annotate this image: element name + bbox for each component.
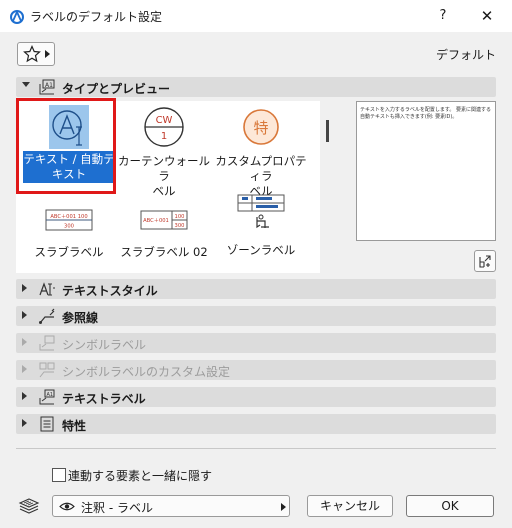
- label-type-custom-property[interactable]: 特 カスタムプロパティラ ベル: [211, 105, 311, 199]
- section-label: 特性: [62, 419, 87, 433]
- footer-separator: [16, 448, 496, 449]
- icon-text: 特: [253, 119, 268, 137]
- section-symbol-custom: シンボルラベルのカスタム設定: [16, 360, 496, 380]
- chevron-right-icon: [281, 503, 286, 511]
- icon-text: 300: [175, 223, 185, 229]
- hide-with-element-checkbox[interactable]: [52, 468, 66, 482]
- curtain-wall-label-icon: CW 1: [144, 107, 184, 147]
- section-label: 参照線: [62, 311, 99, 325]
- icon-text: 100: [175, 214, 185, 220]
- symbol-custom-icon: [39, 362, 55, 378]
- cancel-button[interactable]: キャンセル: [307, 495, 393, 517]
- favorites-button[interactable]: [17, 42, 55, 66]
- label-type-slab[interactable]: ABC＋001 100 300 スラブラベル: [19, 201, 119, 260]
- chevron-right-icon: [22, 392, 27, 400]
- title-bar: ラベルのデフォルト設定 ? ✕: [0, 0, 512, 32]
- eye-icon: [59, 502, 75, 511]
- chevron-right-icon: [22, 338, 27, 346]
- chevron-right-icon: [22, 284, 27, 292]
- selection-highlight-frame: [16, 98, 116, 194]
- label-type-caption: スラブラベル 02: [120, 245, 208, 259]
- section-type-preview[interactable]: A1 タイプとプレビュー: [16, 77, 496, 97]
- section-label: タイプとプレビュー: [62, 82, 171, 96]
- label-type-caption: ベル: [152, 184, 176, 198]
- text-label-section-icon: A1: [39, 389, 55, 405]
- layer-icon: [18, 498, 40, 514]
- label-type-caption: カスタムプロパティラ: [215, 154, 307, 183]
- section-symbol-label: シンボルラベル: [16, 333, 496, 353]
- preview-description: テキストを入力するラベルを配置します。 要素に関連する自動テキストも挿入できます…: [360, 107, 491, 120]
- chevron-down-icon: [22, 82, 30, 87]
- section-properties[interactable]: 特性: [16, 414, 496, 434]
- section-label: テキストラベル: [62, 392, 146, 406]
- label-type-caption: ゾーンラベル: [226, 243, 296, 257]
- favorites-default-label: デフォルト: [435, 48, 496, 62]
- section-label: テキストスタイル: [62, 284, 158, 298]
- icon-text: 300: [64, 224, 74, 230]
- label-type-caption: スラブラベル: [34, 245, 104, 259]
- ok-button[interactable]: OK: [406, 495, 494, 517]
- zone-label-icon: [237, 194, 285, 229]
- layer-value: 注釈 - ラベル: [81, 501, 153, 515]
- icon-text: 1: [161, 131, 167, 142]
- svg-text:A1: A1: [45, 82, 53, 89]
- window-title: ラベルのデフォルト設定: [30, 10, 163, 24]
- chevron-right-icon: [22, 419, 27, 427]
- label-type-slab-02[interactable]: ABC＋001 100 300 スラブラベル 02: [114, 201, 214, 260]
- text-style-icon: [39, 282, 55, 296]
- properties-icon: [40, 416, 54, 432]
- section-text-style[interactable]: テキストスタイル: [16, 279, 496, 299]
- slab-label-02-icon: ABC＋001 100 300: [140, 210, 188, 230]
- label-type-icon: A1: [39, 79, 55, 95]
- icon-text: ABC＋001: [143, 217, 169, 224]
- pointer-icon: [39, 308, 55, 324]
- chevron-right-icon: [22, 365, 27, 373]
- label-type-zone[interactable]: ゾーンラベル: [211, 193, 311, 258]
- list-scrollbar[interactable]: [326, 120, 329, 142]
- section-text-label[interactable]: A1 テキストラベル: [16, 387, 496, 407]
- help-button[interactable]: ?: [430, 4, 456, 28]
- chevron-right-icon: [45, 50, 50, 58]
- preview-panel: テキストを入力するラベルを配置します。 要素に関連する自動テキストも挿入できます…: [356, 101, 496, 241]
- close-button[interactable]: ✕: [474, 4, 500, 28]
- slab-label-icon: ABC＋001 100 300: [45, 209, 93, 231]
- label-type-caption: カーテンウォールラ: [118, 154, 210, 183]
- label-preview-icon: [479, 255, 491, 268]
- section-label: シンボルラベル: [62, 338, 147, 352]
- app-icon: [10, 9, 24, 24]
- section-label: シンボルラベルのカスタム設定: [62, 365, 231, 379]
- layer-dropdown[interactable]: 注釈 - ラベル: [52, 495, 290, 517]
- symbol-label-icon: [39, 335, 55, 351]
- chevron-right-icon: [22, 311, 27, 319]
- label-type-curtain-wall[interactable]: CW 1 カーテンウォールラ ベル: [114, 105, 214, 199]
- svg-text:A1: A1: [47, 392, 54, 398]
- hide-with-element-label: 連動する要素と一緒に隠す: [68, 469, 213, 483]
- icon-text: ABC＋001 100: [50, 213, 87, 220]
- custom-property-label-icon: 特: [243, 109, 279, 145]
- icon-text: CW: [156, 115, 173, 126]
- star-icon: [23, 45, 41, 63]
- preview-options-button[interactable]: [474, 250, 496, 272]
- section-pointer[interactable]: 参照線: [16, 306, 496, 326]
